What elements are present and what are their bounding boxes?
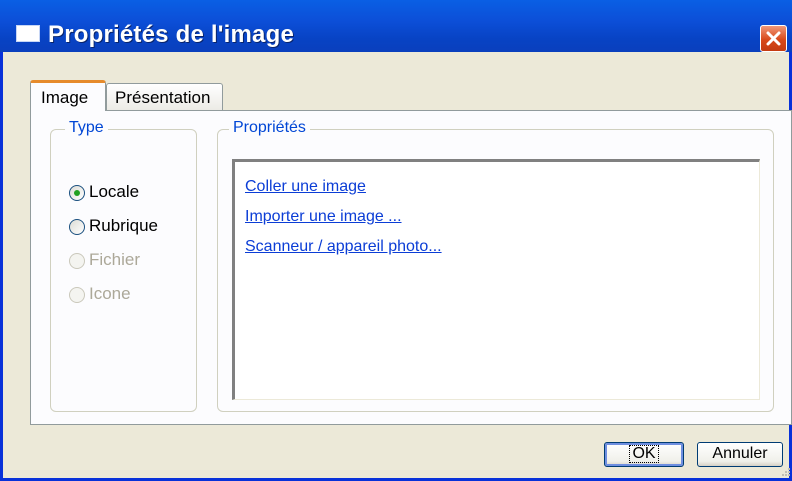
- tab-presentation-label: Présentation: [115, 88, 211, 107]
- scanner-camera-link[interactable]: Scanneur / appareil photo...: [245, 238, 442, 256]
- ok-button-label: OK: [629, 445, 659, 463]
- dialog-window: Propriétés de l'image Image Présentation…: [0, 0, 792, 481]
- tab-panel-image: Type Locale Rubrique Fichier Icone Propr…: [30, 110, 792, 425]
- import-image-link[interactable]: Importer une image ...: [245, 208, 402, 226]
- cancel-button[interactable]: Annuler: [697, 442, 783, 467]
- type-group-legend: Type: [65, 119, 108, 137]
- properties-list: Coller une image Importer une image ... …: [232, 159, 760, 400]
- radio-fichier-label: Fichier: [89, 250, 141, 269]
- properties-group-legend: Propriétés: [229, 119, 310, 137]
- radio-fichier-circle: [69, 253, 85, 269]
- window-icon: [16, 25, 40, 42]
- type-group: Type Locale Rubrique Fichier Icone: [50, 119, 197, 412]
- radio-rubrique-circle[interactable]: [69, 219, 85, 235]
- radio-icone-circle: [69, 287, 85, 303]
- radio-locale-circle[interactable]: [69, 185, 85, 201]
- window-title: Propriétés de l'image: [48, 21, 294, 48]
- title-bar[interactable]: Propriétés de l'image: [0, 0, 792, 52]
- tab-image-label: Image: [41, 88, 89, 107]
- close-button[interactable]: [760, 25, 787, 52]
- properties-group: Propriétés Coller une image Importer une…: [217, 119, 774, 412]
- resize-grip-icon[interactable]: [781, 467, 791, 477]
- ok-button[interactable]: OK: [604, 442, 684, 467]
- close-icon: [766, 31, 781, 46]
- radio-rubrique-label[interactable]: Rubrique: [89, 216, 158, 236]
- radio-icone-label: Icone: [89, 284, 131, 303]
- radio-locale-label[interactable]: Locale: [89, 182, 139, 202]
- tab-image[interactable]: Image: [30, 80, 106, 111]
- paste-image-link[interactable]: Coller une image: [245, 178, 366, 196]
- radio-selected-dot: [74, 190, 80, 196]
- tab-presentation[interactable]: Présentation: [106, 83, 223, 110]
- cancel-button-label: Annuler: [712, 445, 768, 462]
